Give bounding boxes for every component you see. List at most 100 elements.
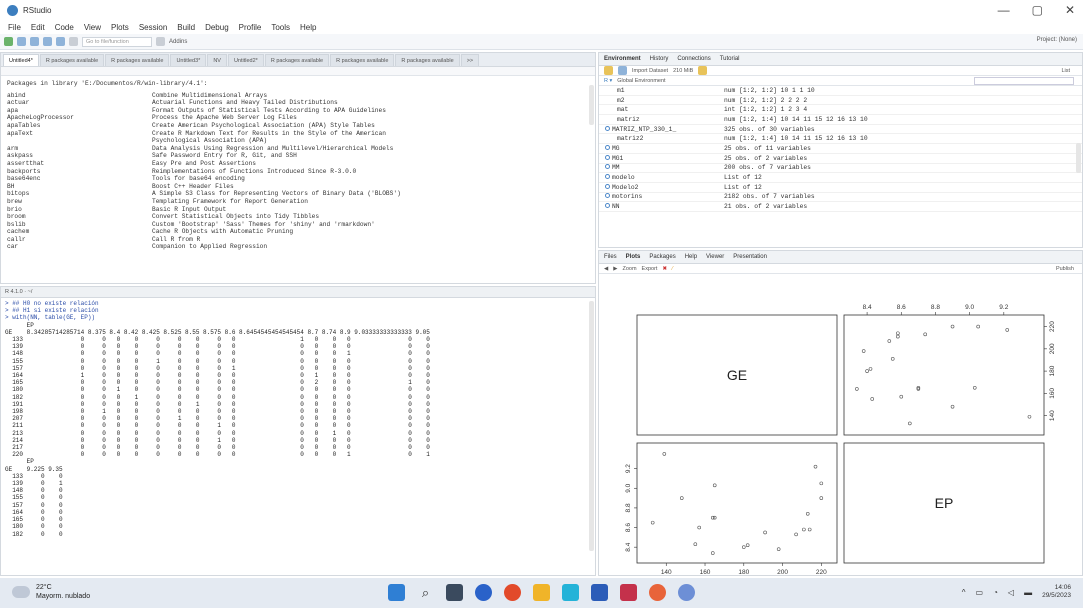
tab-environment[interactable]: Environment	[604, 56, 641, 62]
keyboard-icon[interactable]: ▭	[976, 588, 984, 597]
package-name[interactable]: callr	[7, 236, 152, 244]
tab-presentation[interactable]: Presentation	[733, 254, 767, 260]
expand-icon[interactable]	[605, 183, 610, 189]
env-row[interactable]: MG1 25 obs. of 2 variables	[599, 154, 1082, 164]
word-icon[interactable]	[591, 584, 608, 601]
expand-icon[interactable]	[605, 203, 610, 209]
print-icon[interactable]	[69, 37, 78, 46]
editor-tab[interactable]: R packages available	[105, 54, 170, 66]
package-name[interactable]: abind	[7, 92, 152, 100]
save-all-icon[interactable]	[56, 37, 65, 46]
save-workspace-icon[interactable]	[618, 66, 627, 75]
next-plot-icon[interactable]: ▶	[613, 266, 617, 272]
file-explorer-icon[interactable]	[533, 584, 550, 601]
tab-files[interactable]: Files	[604, 254, 617, 260]
expand-icon[interactable]	[605, 193, 610, 199]
broom-icon[interactable]	[698, 66, 708, 75]
menu-item-edit[interactable]: Edit	[31, 23, 45, 32]
restore-button[interactable]: ▢	[1032, 3, 1043, 17]
load-workspace-icon[interactable]	[604, 66, 613, 75]
memory-usage[interactable]: 210 MiB	[673, 68, 693, 74]
editor-tab[interactable]: R packages available	[395, 54, 460, 66]
package-name[interactable]: apaTables	[7, 122, 152, 130]
new-file-icon[interactable]	[4, 37, 13, 46]
env-row[interactable]: m1 num [1:2, 1:2] 10 1 1 10	[599, 86, 1082, 96]
editor-tab[interactable]: Untitled4*	[3, 54, 39, 66]
menu-item-build[interactable]: Build	[177, 23, 195, 32]
menu-item-profile[interactable]: Profile	[239, 23, 262, 32]
editor-tab[interactable]: Untitled2*	[227, 54, 264, 66]
export-button[interactable]: Export	[642, 266, 658, 272]
tab-viewer[interactable]: Viewer	[706, 254, 724, 260]
tab-history[interactable]: History	[650, 56, 669, 62]
clear-plots-icon[interactable]: ⁄	[672, 266, 673, 272]
package-name[interactable]: bslib	[7, 221, 152, 229]
console-scrollbar[interactable]	[589, 301, 594, 551]
package-name[interactable]: backports	[7, 168, 152, 176]
search-icon[interactable]: ⌕	[417, 584, 434, 601]
editor-scrollbar[interactable]	[589, 85, 594, 125]
weather-widget[interactable]: 22°C Mayorm. nublado	[12, 583, 90, 601]
store-icon[interactable]	[562, 584, 579, 601]
tray-chevron-icon[interactable]: ^	[962, 588, 966, 597]
tab-packages[interactable]: Packages	[649, 254, 675, 260]
expand-icon[interactable]	[605, 154, 610, 160]
package-name[interactable]: broom	[7, 213, 152, 221]
open-file-icon[interactable]	[30, 37, 39, 46]
editor-tab[interactable]: Untitled3*	[170, 54, 207, 66]
save-icon[interactable]	[43, 37, 52, 46]
env-row[interactable]: NN 21 obs. of 2 variables	[599, 202, 1082, 212]
close-button[interactable]: ✕	[1065, 3, 1075, 17]
addins-menu[interactable]: Addins	[169, 39, 187, 45]
package-name[interactable]: assertthat	[7, 160, 152, 168]
global-env-select[interactable]: Global Environment	[617, 78, 665, 84]
package-name[interactable]: arm	[7, 145, 152, 153]
editor-tab[interactable]: >>	[460, 54, 480, 66]
env-row[interactable]: matriz2 num [1:2, 1:4] 10 14 11 15 12 16 …	[599, 134, 1082, 145]
package-name[interactable]: askpass	[7, 152, 152, 160]
package-name[interactable]: brew	[7, 198, 152, 206]
expand-icon[interactable]	[605, 144, 610, 150]
menu-item-tools[interactable]: Tools	[271, 23, 290, 32]
list-view-toggle[interactable]: List	[1061, 68, 1070, 74]
prev-plot-icon[interactable]: ◀	[604, 266, 608, 272]
goto-file-input[interactable]: Go to file/function	[82, 36, 152, 47]
env-row[interactable]: Modelo2 List of 12	[599, 183, 1082, 193]
package-name[interactable]: actuar	[7, 99, 152, 107]
edge-icon[interactable]	[475, 584, 492, 601]
remove-plot-icon[interactable]: ✖	[662, 266, 667, 272]
start-icon[interactable]	[388, 584, 405, 601]
env-row[interactable]: m2 num [1:2, 1:2] 2 2 2 2	[599, 96, 1082, 106]
tab-tutorial[interactable]: Tutorial	[720, 56, 740, 62]
task-view-icon[interactable]	[446, 584, 463, 601]
expand-icon[interactable]	[605, 125, 610, 131]
env-row[interactable]: MATRIZ_NTP_330_1_ 325 obs. of 30 variable…	[599, 125, 1082, 135]
environment-scrollbar[interactable]	[1076, 143, 1081, 173]
wifi-icon[interactable]: ◔	[993, 588, 998, 597]
import-dataset-button[interactable]: Import Dataset	[632, 68, 668, 74]
firefox-icon[interactable]	[649, 584, 666, 601]
package-name[interactable]: cachem	[7, 228, 152, 236]
package-name[interactable]	[7, 137, 152, 145]
tab-plots[interactable]: Plots	[626, 254, 641, 260]
package-name[interactable]: brio	[7, 206, 152, 214]
menu-item-help[interactable]: Help	[300, 23, 316, 32]
project-menu[interactable]: Project: (None)	[1037, 37, 1077, 43]
env-row[interactable]: MM 200 obs. of 7 variables	[599, 164, 1082, 174]
access-icon[interactable]	[620, 584, 637, 601]
package-name[interactable]: base64enc	[7, 175, 152, 183]
battery-icon[interactable]: ▬	[1024, 588, 1032, 597]
volume-icon[interactable]: ◁	[1008, 588, 1014, 597]
tab-connections[interactable]: Connections	[677, 56, 710, 62]
chrome-icon[interactable]	[504, 584, 521, 601]
menu-item-view[interactable]: View	[84, 23, 101, 32]
package-name[interactable]: BH	[7, 183, 152, 191]
console-output[interactable]: > ## H0 no existe relación > ## H1 si exi…	[1, 298, 595, 540]
menu-item-session[interactable]: Session	[139, 23, 167, 32]
expand-icon[interactable]	[605, 164, 610, 170]
clock[interactable]: 14:06 29/5/2023	[1042, 584, 1071, 600]
editor-tab[interactable]: R packages available	[264, 54, 330, 66]
env-row[interactable]: matriz num [1:2, 1:4] 10 14 11 15 12 16 1…	[599, 115, 1082, 125]
package-name[interactable]: apaText	[7, 130, 152, 138]
env-row[interactable]: MG 25 obs. of 11 variables	[599, 144, 1082, 154]
